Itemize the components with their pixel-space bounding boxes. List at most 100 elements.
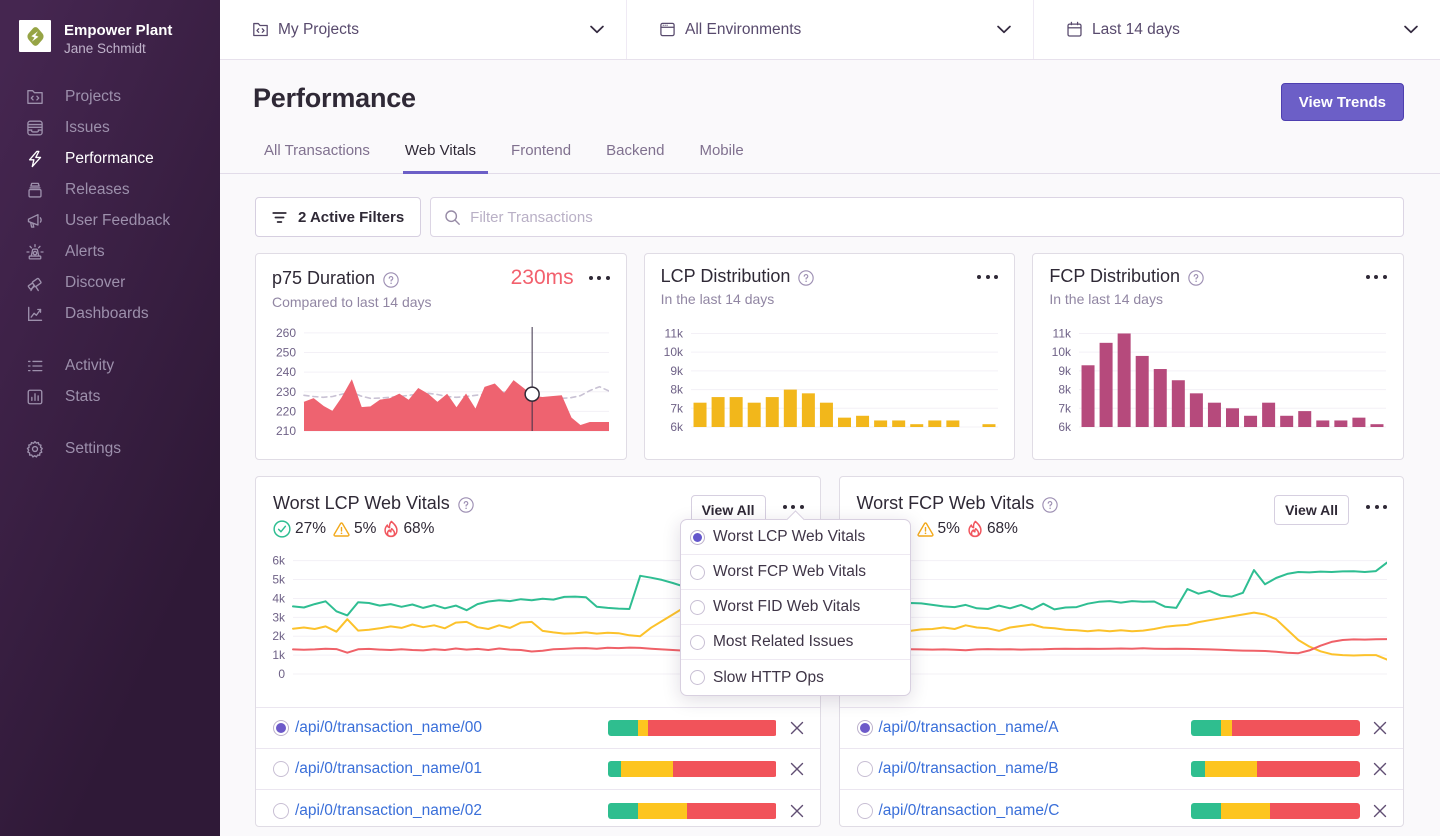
row-radio[interactable] bbox=[273, 802, 289, 819]
tab-mobile[interactable]: Mobile bbox=[697, 142, 745, 173]
question-icon[interactable] bbox=[798, 270, 815, 286]
sidebar-item-dashboards[interactable]: Dashboards bbox=[19, 298, 220, 329]
transaction-link[interactable]: /api/0/transaction_name/C bbox=[879, 802, 1060, 820]
row-radio[interactable] bbox=[856, 720, 873, 736]
card-subtitle: Compared to last 14 days bbox=[272, 294, 432, 310]
question-icon[interactable] bbox=[1188, 270, 1204, 286]
close-icon[interactable] bbox=[1373, 804, 1387, 818]
close-icon[interactable] bbox=[790, 762, 804, 776]
view-trends-button[interactable]: View Trends bbox=[1280, 83, 1404, 121]
org-switcher[interactable]: Empower Plant Jane Schmidt bbox=[19, 20, 220, 57]
environment-filter-dropdown[interactable]: All Environments bbox=[627, 0, 1034, 59]
transaction-link[interactable]: /api/0/transaction_name/A bbox=[879, 719, 1059, 737]
close-icon[interactable] bbox=[1373, 762, 1387, 776]
card-menu-ellipsis[interactable] bbox=[1366, 501, 1387, 513]
card-subtitle: In the last 14 days bbox=[1049, 291, 1163, 307]
search-icon bbox=[444, 209, 461, 226]
transaction-link[interactable]: /api/0/transaction_name/B bbox=[879, 760, 1059, 778]
vital-stat: 68% bbox=[383, 520, 434, 538]
card-menu-ellipsis[interactable] bbox=[782, 501, 804, 513]
card-menu-ellipsis[interactable] bbox=[1365, 271, 1387, 283]
menu-option-worst-fcp[interactable]: Worst FCP Web Vitals bbox=[681, 555, 910, 590]
menu-option-most-related-issues[interactable]: Most Related Issues bbox=[681, 625, 910, 660]
svg-text:220: 220 bbox=[276, 404, 296, 418]
tab-frontend[interactable]: Frontend bbox=[509, 142, 573, 173]
transaction-link[interactable]: /api/0/transaction_name/00 bbox=[295, 719, 482, 737]
check-circle-icon bbox=[273, 520, 291, 538]
content: 2 Active Filters p75 Duration 230ms Comp… bbox=[220, 174, 1440, 827]
fcp-distribution-chart: 6k 7k 8k 9k 10k 11k bbox=[1052, 326, 1387, 434]
vitals-distribution-bar bbox=[607, 802, 777, 819]
lcp-distribution-chart: 6k 7k 8k 9k 10k 11k bbox=[663, 326, 998, 434]
menu-radio[interactable] bbox=[690, 529, 705, 545]
stats-icon bbox=[26, 388, 44, 406]
vitals-distribution-bar bbox=[1191, 720, 1360, 736]
svg-text:230: 230 bbox=[276, 385, 296, 399]
sidebar-item-settings[interactable]: Settings bbox=[19, 433, 220, 464]
sidebar-item-performance[interactable]: Performance bbox=[19, 143, 220, 174]
transaction-link[interactable]: /api/0/transaction_name/01 bbox=[295, 760, 482, 778]
close-icon[interactable] bbox=[790, 804, 804, 818]
sidebar-item-user-feedback[interactable]: User Feedback bbox=[19, 205, 220, 236]
menu-radio[interactable] bbox=[690, 634, 705, 650]
menu-option-slow-http-ops[interactable]: Slow HTTP Ops bbox=[681, 660, 910, 695]
sidebar-item-alerts[interactable]: Alerts bbox=[19, 236, 220, 267]
project-icon bbox=[252, 21, 269, 38]
question-icon[interactable] bbox=[383, 271, 399, 288]
svg-text:7k: 7k bbox=[670, 401, 684, 415]
menu-radio[interactable] bbox=[690, 599, 705, 615]
p75-duration-card: p75 Duration 230ms Compared to last 14 d… bbox=[255, 253, 627, 460]
card-title: Worst LCP Web Vitals bbox=[273, 492, 450, 513]
row-radio[interactable] bbox=[273, 720, 289, 736]
sidebar-item-projects[interactable]: Projects bbox=[19, 81, 220, 112]
table-row: /api/0/transaction_name/C bbox=[840, 790, 1404, 826]
svg-text:9k: 9k bbox=[1059, 364, 1073, 378]
close-icon[interactable] bbox=[790, 721, 804, 735]
sidebar-item-releases[interactable]: Releases bbox=[19, 174, 220, 205]
card-menu-ellipsis[interactable] bbox=[588, 272, 610, 284]
row-radio[interactable] bbox=[856, 802, 873, 819]
active-filters-button[interactable]: 2 Active Filters bbox=[255, 197, 422, 237]
tab-backend[interactable]: Backend bbox=[604, 142, 666, 173]
search-input[interactable] bbox=[470, 208, 1390, 226]
sidebar-item-issues[interactable]: Issues bbox=[19, 112, 220, 143]
row-radio[interactable] bbox=[856, 761, 873, 777]
sidebar-item-label: Activity bbox=[65, 356, 115, 374]
close-icon[interactable] bbox=[1373, 721, 1387, 735]
tab-web-vitals[interactable]: Web Vitals bbox=[402, 142, 489, 174]
sidebar: Empower Plant Jane Schmidt Projects Issu… bbox=[0, 0, 220, 836]
card-menu-dropdown: Worst LCP Web Vitals Worst FCP Web Vital… bbox=[680, 510, 911, 696]
date-range-dropdown[interactable]: Last 14 days bbox=[1034, 0, 1440, 59]
menu-option-worst-fid[interactable]: Worst FID Web Vitals bbox=[681, 590, 910, 625]
svg-text:260: 260 bbox=[276, 326, 296, 340]
window-icon bbox=[659, 21, 676, 38]
transaction-link[interactable]: /api/0/transaction_name/02 bbox=[295, 802, 482, 820]
card-title: LCP Distribution bbox=[660, 266, 791, 286]
svg-text:0: 0 bbox=[278, 667, 285, 681]
svg-text:6k: 6k bbox=[272, 554, 286, 568]
card-subtitle: In the last 14 days bbox=[660, 291, 775, 307]
question-icon[interactable] bbox=[458, 496, 474, 513]
svg-text:11k: 11k bbox=[1053, 326, 1072, 340]
svg-text:9k: 9k bbox=[670, 364, 684, 378]
question-icon[interactable] bbox=[1042, 496, 1058, 513]
row-radio[interactable] bbox=[273, 761, 289, 777]
project-filter-dropdown[interactable]: My Projects bbox=[220, 0, 627, 59]
svg-text:4k: 4k bbox=[272, 591, 286, 605]
svg-text:210: 210 bbox=[276, 424, 296, 438]
svg-text:8k: 8k bbox=[1059, 383, 1073, 397]
fire-icon bbox=[967, 520, 983, 538]
card-menu-ellipsis[interactable] bbox=[977, 271, 999, 283]
sidebar-item-stats[interactable]: Stats bbox=[19, 381, 220, 412]
performance-icon bbox=[26, 150, 44, 168]
sidebar-item-label: User Feedback bbox=[65, 211, 171, 229]
page-title: Performance bbox=[253, 83, 416, 113]
tab-all-transactions[interactable]: All Transactions bbox=[262, 142, 372, 173]
card-title: FCP Distribution bbox=[1049, 266, 1181, 286]
view-all-button[interactable]: View All bbox=[1274, 495, 1349, 525]
sidebar-item-activity[interactable]: Activity bbox=[19, 350, 220, 381]
table-row: /api/0/transaction_name/01 bbox=[256, 749, 820, 790]
menu-radio[interactable] bbox=[690, 670, 705, 685]
sidebar-item-discover[interactable]: Discover bbox=[19, 267, 220, 298]
menu-radio[interactable] bbox=[690, 564, 705, 580]
